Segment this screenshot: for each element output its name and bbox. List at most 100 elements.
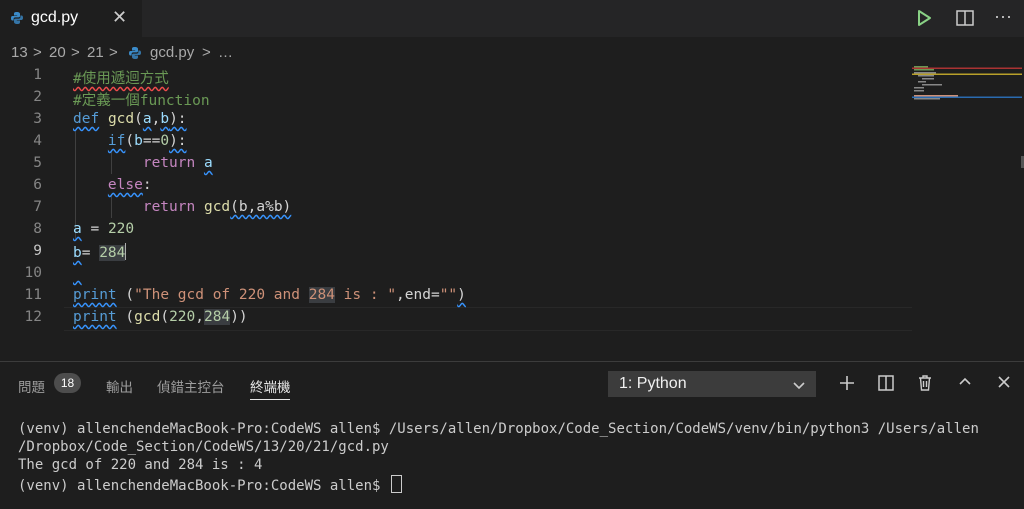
chevron-down-icon [792,378,806,396]
code-line-5: return a [73,155,213,171]
tab-problems[interactable]: 問題 [18,376,45,396]
function-call: print [73,309,117,325]
code-line-6: else: [73,177,152,193]
new-terminal-icon[interactable] [838,374,856,397]
punct: : [142,177,152,193]
line-number: 9 [33,243,42,259]
punct: ( [134,111,143,127]
comment-text: #定義一個function [73,93,210,109]
comment-text: #使用遞迴方式 [73,71,169,87]
terminal-select[interactable]: 1: Python [608,371,816,397]
variable: b [73,245,82,261]
split-editor-icon[interactable] [955,8,975,28]
breadcrumb-separator: > [33,44,42,61]
terminal-line: The gcd of 220 and 284 is : 4 [18,457,263,473]
line-number: 8 [33,221,42,237]
line-number: 5 [33,155,42,171]
python-icon [10,11,24,30]
operator: = [81,245,100,261]
line-number: 12 [24,309,42,325]
code-editor[interactable]: 1 2 3 4 5 6 7 8 9 10 11 12 #使用遞迴方式 #定義一個… [0,64,1024,360]
function-call: gcd [203,199,231,215]
function-name: gcd [107,111,135,127]
punct: ( [160,309,170,325]
number: 0 [160,133,170,149]
keyword: return [142,199,196,215]
string-highlight: 284 [308,287,335,303]
code-line-12: print (gcd(220,284)) [73,309,248,325]
keyword: if [107,133,126,149]
text-cursor [125,243,127,260]
code-line-2: #定義一個function [73,89,210,110]
line-number: 3 [33,111,42,127]
line-number: 6 [33,177,42,193]
breadcrumb-item-20[interactable]: 20 [49,44,66,61]
string: is : " [334,287,397,303]
tab-output[interactable]: 輸出 [106,376,133,396]
number: 220 [107,221,135,237]
punct: ( [116,287,135,303]
active-tab-indicator [250,399,290,400]
operator: = [81,221,108,237]
line-number: 1 [33,67,42,83]
tab-terminal[interactable]: 終端機 [250,376,291,396]
code-line-8: a = 220 [73,221,134,237]
tab-gcd-py[interactable]: gcd.py ✕ [0,0,142,37]
string: "The gcd of 220 and [134,287,309,303]
keyword: return [142,155,196,171]
terminal-select-value: 1: Python [619,375,687,392]
line-number: 11 [24,287,42,303]
breadcrumb-item-13[interactable]: 13 [11,44,28,61]
code-line-1: #使用遞迴方式 [73,67,169,88]
terminal-line: /Dropbox/Code_Section/CodeWS/13/20/21/gc… [18,439,389,455]
close-icon[interactable] [996,374,1012,395]
line-number: 10 [24,265,42,281]
keyword-arg: ,end= [396,287,440,303]
variable: b [134,133,143,149]
breadcrumb-more[interactable]: … [218,44,233,61]
split-terminal-icon[interactable] [877,374,895,397]
line-number: 7 [33,199,42,215]
minimap[interactable] [912,64,1024,360]
bottom-panel: 問題 18 輸出 偵錯主控台 終端機 1: Python (venv) alle… [0,361,1024,509]
breadcrumb-item-file[interactable]: gcd.py [150,44,194,61]
breadcrumb-item-21[interactable]: 21 [87,44,104,61]
python-icon [128,46,142,64]
more-icon[interactable]: ··· [994,6,1012,26]
punct: ) [457,287,466,303]
punct: ( [116,309,135,325]
string: "" [439,287,458,303]
code-line-7: return gcd(b,a%b) [73,199,291,215]
punct: , [195,309,204,325]
run-icon[interactable] [915,8,933,28]
close-icon[interactable]: ✕ [112,7,127,28]
punct: )) [230,309,248,325]
number: 284 [99,245,126,261]
breadcrumb-separator: > [109,44,118,61]
tab-label: gcd.py [31,9,79,26]
trash-icon[interactable] [917,374,933,397]
punct: ): [169,111,187,127]
number: 220 [169,309,196,325]
line-number: 2 [33,89,42,105]
code-line-9: b= 284 [73,243,127,261]
keyword: def [73,111,100,127]
param: b [160,111,170,127]
terminal-line: (venv) allenchendeMacBook-Pro:CodeWS all… [18,478,389,494]
punct: ( [125,133,135,149]
code-line-4: if(b==0): [73,133,187,149]
terminal-cursor [390,475,402,493]
breadcrumb-separator: > [202,44,211,61]
variable: a [73,221,82,237]
chevron-up-icon[interactable] [957,374,973,395]
code-line-11: print ("The gcd of 220 and 284 is : ",en… [73,287,466,303]
tab-debug-console[interactable]: 偵錯主控台 [157,376,225,396]
punct: ): [169,133,187,149]
terminal-prompt-line[interactable]: (venv) allenchendeMacBook-Pro:CodeWS all… [18,475,402,494]
keyword: else [107,177,143,193]
problems-count-badge: 18 [54,373,81,393]
function-call: print [73,287,117,303]
number: 284 [204,309,231,325]
breadcrumb-separator: > [71,44,80,61]
